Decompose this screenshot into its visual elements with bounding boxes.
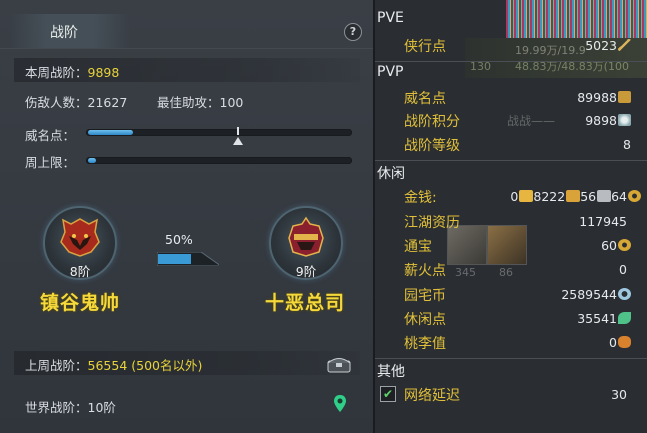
leisure-item-value: 60: [601, 238, 631, 253]
divider: [375, 160, 647, 161]
prestige-progress-bar: [86, 129, 352, 136]
money-silver: 8222: [533, 189, 566, 204]
gourd-icon: [618, 336, 631, 348]
weekly-cap-label: 周上限：: [25, 155, 76, 170]
rank-progress-percent: 50%: [165, 232, 193, 247]
world-value: 10阶: [87, 400, 116, 415]
network-latency-checkbox[interactable]: ✔: [380, 386, 396, 402]
bg-text-mid: 战战——: [507, 114, 556, 128]
next-rank-name: 十恶总司: [265, 292, 346, 314]
other-item-value: 30: [611, 387, 627, 402]
chest-icon[interactable]: [327, 355, 351, 373]
bg-stat-1: 19.99万/19.9: [515, 44, 586, 57]
panel-header: 战阶: [0, 14, 373, 49]
currency-panel: 19.99万/19.9 48.83万/48.83万(100 130 PVE 侠行…: [373, 0, 647, 433]
leisure-item-value: 0: [609, 335, 631, 350]
slot-number: 345: [455, 266, 476, 279]
money-label: 金钱:: [404, 190, 437, 206]
section-pvp: PVP: [377, 64, 404, 80]
assist-value: 100: [219, 95, 244, 110]
helmet-icon: [288, 216, 324, 257]
pvp-item-label: 战阶积分: [404, 114, 460, 130]
coin-icon: [618, 239, 631, 251]
pvp-item-value: 8: [623, 137, 631, 152]
help-button[interactable]: ?: [344, 23, 362, 41]
copper-ingot-icon: [597, 190, 612, 202]
money-value: 0 8222 56 64: [510, 189, 641, 204]
next-rank-level: 9阶: [295, 264, 317, 279]
leisure-item-value: 117945: [579, 214, 627, 229]
money-copper: 56: [580, 189, 597, 204]
leisure-item-label: 通宝: [404, 239, 432, 255]
medal-icon: [618, 114, 631, 126]
weekly-cap-progress-fill: [88, 158, 96, 163]
rank-progress-bar: [157, 252, 219, 266]
pvp-item-value: 9898: [585, 113, 631, 128]
leaf-icon: [618, 312, 631, 324]
prestige-progress-fill: [88, 130, 133, 135]
gold-ingot-icon: [519, 190, 534, 202]
this-week-rank: 本周战阶：9898: [25, 62, 119, 81]
best-assist: 最佳助攻：100: [157, 92, 243, 111]
defeated-count: 伤敌人数：21627: [25, 92, 127, 111]
slot-number: 86: [499, 266, 513, 279]
current-rank-level: 8阶: [69, 264, 91, 279]
location-pin-icon[interactable]: [333, 394, 347, 414]
leisure-item-label: 江湖资历: [404, 215, 460, 231]
pve-item-label: 侠行点: [404, 39, 446, 55]
pve-item-value: 5023: [585, 38, 631, 53]
last-week-label: 上周战阶：: [25, 358, 88, 373]
leisure-item-value: 35541: [577, 311, 631, 326]
next-rank-medal: 9阶: [269, 206, 343, 280]
divider: [375, 61, 647, 62]
threshold-marker-icon: [233, 127, 243, 145]
rank-progress-fill: [158, 254, 191, 264]
last-week-rank: 上周战阶：56554 (500名以外): [25, 355, 202, 374]
weekly-cap-progress-bar: [86, 157, 352, 164]
rank-panel: 战阶 ? 本周战阶：9898 伤敌人数：21627 最佳助攻：100 威名点： …: [0, 0, 373, 433]
sword-icon: [618, 39, 631, 51]
world-rank: 世界战阶：10阶: [25, 397, 116, 416]
money-gold: 0: [510, 189, 519, 204]
this-week-label: 本周战阶：: [25, 65, 88, 80]
tab-rank[interactable]: 战阶: [10, 14, 130, 48]
pvp-item-label: 威名点: [404, 91, 446, 107]
tab-rank-label: 战阶: [50, 25, 78, 41]
assist-label: 最佳助攻：: [157, 95, 220, 110]
current-rank-medal: 8阶: [43, 206, 117, 280]
world-label: 世界战阶：: [25, 400, 88, 415]
leisure-item-label: 休闲点: [404, 312, 446, 328]
section-pve: PVE: [377, 10, 404, 26]
item-slot[interactable]: [487, 225, 527, 265]
defeated-label: 伤敌人数：: [25, 95, 88, 110]
leisure-item-value: 0: [619, 262, 627, 277]
pvp-item-label: 战阶等级: [404, 138, 460, 154]
demon-helmet-icon: [60, 218, 100, 257]
pouch-icon: [618, 91, 631, 103]
section-other: 其他: [377, 364, 405, 380]
background-hud-strip: [506, 0, 647, 38]
this-week-value: 9898: [87, 65, 120, 80]
defeated-value: 21627: [87, 95, 128, 110]
last-week-value: 56554 (500名以外): [87, 358, 203, 373]
money-coin: 64: [611, 189, 627, 204]
leisure-item-label: 薪火点: [404, 263, 446, 279]
leisure-item-label: 桃李值: [404, 336, 446, 352]
pvp-item-value: 89988: [577, 90, 631, 105]
other-item-label: 网络延迟: [404, 388, 460, 404]
leisure-item-value: 2589544: [561, 287, 631, 302]
prestige-label: 威名点：: [25, 128, 76, 143]
coin-icon: [628, 190, 641, 202]
swirl-icon: [618, 288, 631, 300]
current-rank-name: 镇谷鬼帅: [40, 292, 121, 314]
leisure-item-label: 园宅币: [404, 288, 446, 304]
divider: [375, 358, 647, 359]
silver-ingot-icon: [566, 190, 581, 202]
section-leisure: 休闲: [377, 166, 405, 182]
